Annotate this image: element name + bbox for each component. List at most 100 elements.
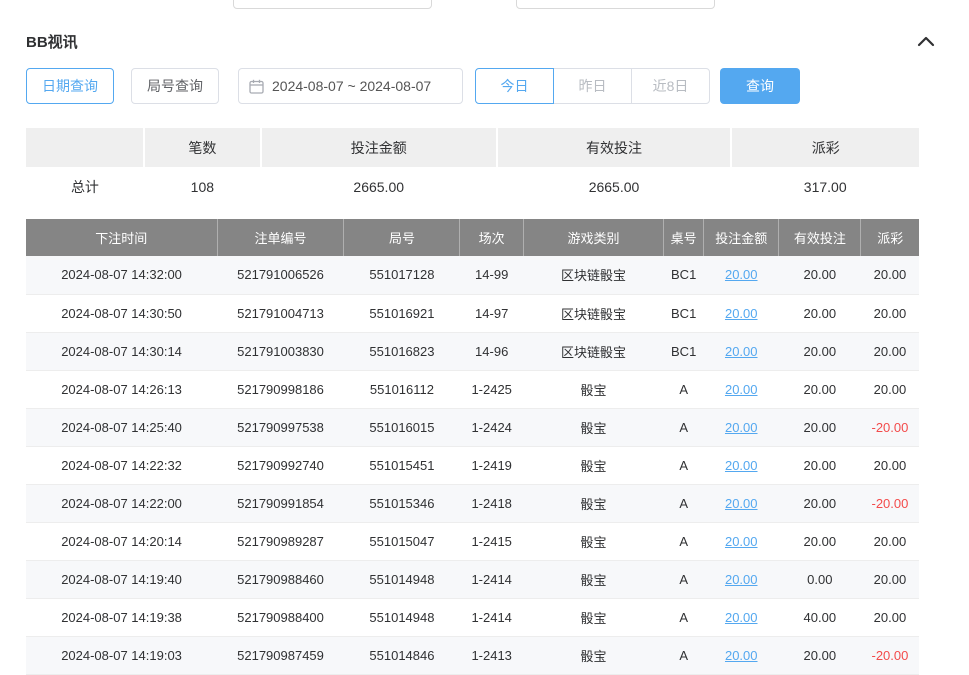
bet-amount-link[interactable]: 20.00 [725, 648, 758, 663]
table-row: 2024-08-07 14:19:03 521790987459 5510148… [26, 636, 919, 674]
bet-amount-cell: 20.00 [704, 294, 779, 332]
bet-amount-cell: 20.00 [704, 636, 779, 674]
section-title: BB视讯 [26, 31, 78, 52]
date-query-tab-button[interactable]: 日期查询 [26, 68, 114, 104]
order-no-cell: 521790989287 [217, 522, 344, 560]
quick-range-last8days-button[interactable]: 近8日 [631, 68, 710, 104]
table-no-cell: A [664, 446, 704, 484]
valid-bet-cell: 20.00 [779, 370, 861, 408]
table-no-cell: A [664, 560, 704, 598]
table-row: 2024-08-07 14:19:40 521790988460 5510149… [26, 560, 919, 598]
table-no-cell: A [664, 636, 704, 674]
header-table-no: 桌号 [664, 219, 704, 256]
records-table-body: 2024-08-07 14:32:00 521791006526 5510171… [26, 256, 919, 674]
records-table: 下注时间 注单编号 局号 场次 游戏类别 桌号 投注金额 有效投注 派彩 202… [26, 219, 919, 675]
table-no-cell: A [664, 522, 704, 560]
bet-amount-link[interactable]: 20.00 [725, 382, 758, 397]
bet-time-cell: 2024-08-07 14:30:50 [26, 294, 217, 332]
order-no-cell: 521790998186 [217, 370, 344, 408]
game-type-cell: 骰宝 [523, 484, 663, 522]
game-type-cell: 区块链骰宝 [523, 256, 663, 294]
valid-bet-cell: 20.00 [779, 332, 861, 370]
summary-header-row: 笔数 投注金额 有效投注 派彩 [26, 128, 919, 167]
bet-amount-link[interactable]: 20.00 [725, 496, 758, 511]
payout-cell: -20.00 [861, 636, 919, 674]
records-header-row: 下注时间 注单编号 局号 场次 游戏类别 桌号 投注金额 有效投注 派彩 [26, 219, 919, 256]
valid-bet-cell: 20.00 [779, 408, 861, 446]
bet-amount-link[interactable]: 20.00 [725, 572, 758, 587]
valid-bet-cell: 20.00 [779, 522, 861, 560]
bet-amount-link[interactable]: 20.00 [725, 267, 758, 282]
cut-off-input-left[interactable] [233, 0, 432, 9]
round-no-cell: 551014846 [344, 636, 460, 674]
table-row: 2024-08-07 14:26:13 521790998186 5510161… [26, 370, 919, 408]
bet-amount-link[interactable]: 20.00 [725, 458, 758, 473]
date-range-input[interactable]: 2024-08-07 ~ 2024-08-07 [238, 68, 463, 104]
game-type-cell: 骰宝 [523, 522, 663, 560]
payout-cell: 20.00 [861, 294, 919, 332]
search-button[interactable]: 查询 [720, 68, 800, 104]
order-no-cell: 521790992740 [217, 446, 344, 484]
round-query-tab-button[interactable]: 局号查询 [131, 68, 219, 104]
cut-off-input-right[interactable] [516, 0, 715, 9]
game-type-cell: 骰宝 [523, 370, 663, 408]
header-valid-bet: 有效投注 [779, 219, 861, 256]
valid-bet-cell: 20.00 [779, 294, 861, 332]
order-no-cell: 521791003830 [217, 332, 344, 370]
session-cell: 1-2425 [460, 370, 523, 408]
table-row: 2024-08-07 14:30:14 521791003830 5510168… [26, 332, 919, 370]
quick-range-yesterday-button[interactable]: 昨日 [553, 68, 632, 104]
summary-total-count: 108 [144, 167, 261, 206]
summary-total-label: 总计 [26, 167, 144, 206]
session-cell: 14-99 [460, 256, 523, 294]
bet-time-cell: 2024-08-07 14:22:32 [26, 446, 217, 484]
quick-range-today-button[interactable]: 今日 [475, 68, 554, 104]
table-row: 2024-08-07 14:22:00 521790991854 5510153… [26, 484, 919, 522]
session-cell: 1-2414 [460, 598, 523, 636]
table-no-cell: BC1 [664, 256, 704, 294]
table-row: 2024-08-07 14:20:14 521790989287 5510150… [26, 522, 919, 560]
header-game-type: 游戏类别 [523, 219, 663, 256]
game-type-cell: 骰宝 [523, 598, 663, 636]
bet-amount-link[interactable]: 20.00 [725, 610, 758, 625]
filter-bar: 日期查询 局号查询 2024-08-07 ~ 2024-08-07 今日 昨日 … [26, 68, 943, 104]
bet-amount-cell: 20.00 [704, 446, 779, 484]
round-no-cell: 551016112 [344, 370, 460, 408]
round-no-cell: 551016823 [344, 332, 460, 370]
payout-cell: 20.00 [861, 446, 919, 484]
order-no-cell: 521791004713 [217, 294, 344, 332]
bet-amount-link[interactable]: 20.00 [725, 306, 758, 321]
bet-amount-cell: 20.00 [704, 370, 779, 408]
session-cell: 14-96 [460, 332, 523, 370]
round-no-cell: 551016921 [344, 294, 460, 332]
quick-range-group: 今日 昨日 近8日 [475, 68, 710, 104]
bet-time-cell: 2024-08-07 14:19:40 [26, 560, 217, 598]
bet-amount-link[interactable]: 20.00 [725, 420, 758, 435]
valid-bet-cell: 20.00 [779, 636, 861, 674]
session-cell: 1-2413 [460, 636, 523, 674]
bet-amount-link[interactable]: 20.00 [725, 534, 758, 549]
session-cell: 1-2415 [460, 522, 523, 560]
summary-header-valid-bet: 有效投注 [497, 128, 732, 167]
table-row: 2024-08-07 14:22:32 521790992740 5510154… [26, 446, 919, 484]
bet-amount-cell: 20.00 [704, 332, 779, 370]
bet-amount-cell: 20.00 [704, 522, 779, 560]
bet-amount-link[interactable]: 20.00 [725, 344, 758, 359]
session-cell: 1-2418 [460, 484, 523, 522]
collapse-chevron-up-icon[interactable] [917, 36, 935, 47]
round-no-cell: 551016015 [344, 408, 460, 446]
game-type-cell: 区块链骰宝 [523, 332, 663, 370]
summary-total-payout: 317.00 [731, 167, 919, 206]
bet-amount-cell: 20.00 [704, 598, 779, 636]
game-type-cell: 骰宝 [523, 636, 663, 674]
summary-header-payout: 派彩 [731, 128, 919, 167]
round-no-cell: 551015346 [344, 484, 460, 522]
valid-bet-cell: 20.00 [779, 256, 861, 294]
summary-total-row: 总计 108 2665.00 2665.00 317.00 [26, 167, 919, 206]
summary-total-valid-bet: 2665.00 [497, 167, 732, 206]
valid-bet-cell: 20.00 [779, 446, 861, 484]
bb-video-section: BB视讯 日期查询 局号查询 2024-08-07 ~ 2024-08-07 今… [0, 0, 969, 675]
summary-header-count: 笔数 [144, 128, 261, 167]
game-type-cell: 区块链骰宝 [523, 294, 663, 332]
header-bet-time: 下注时间 [26, 219, 217, 256]
